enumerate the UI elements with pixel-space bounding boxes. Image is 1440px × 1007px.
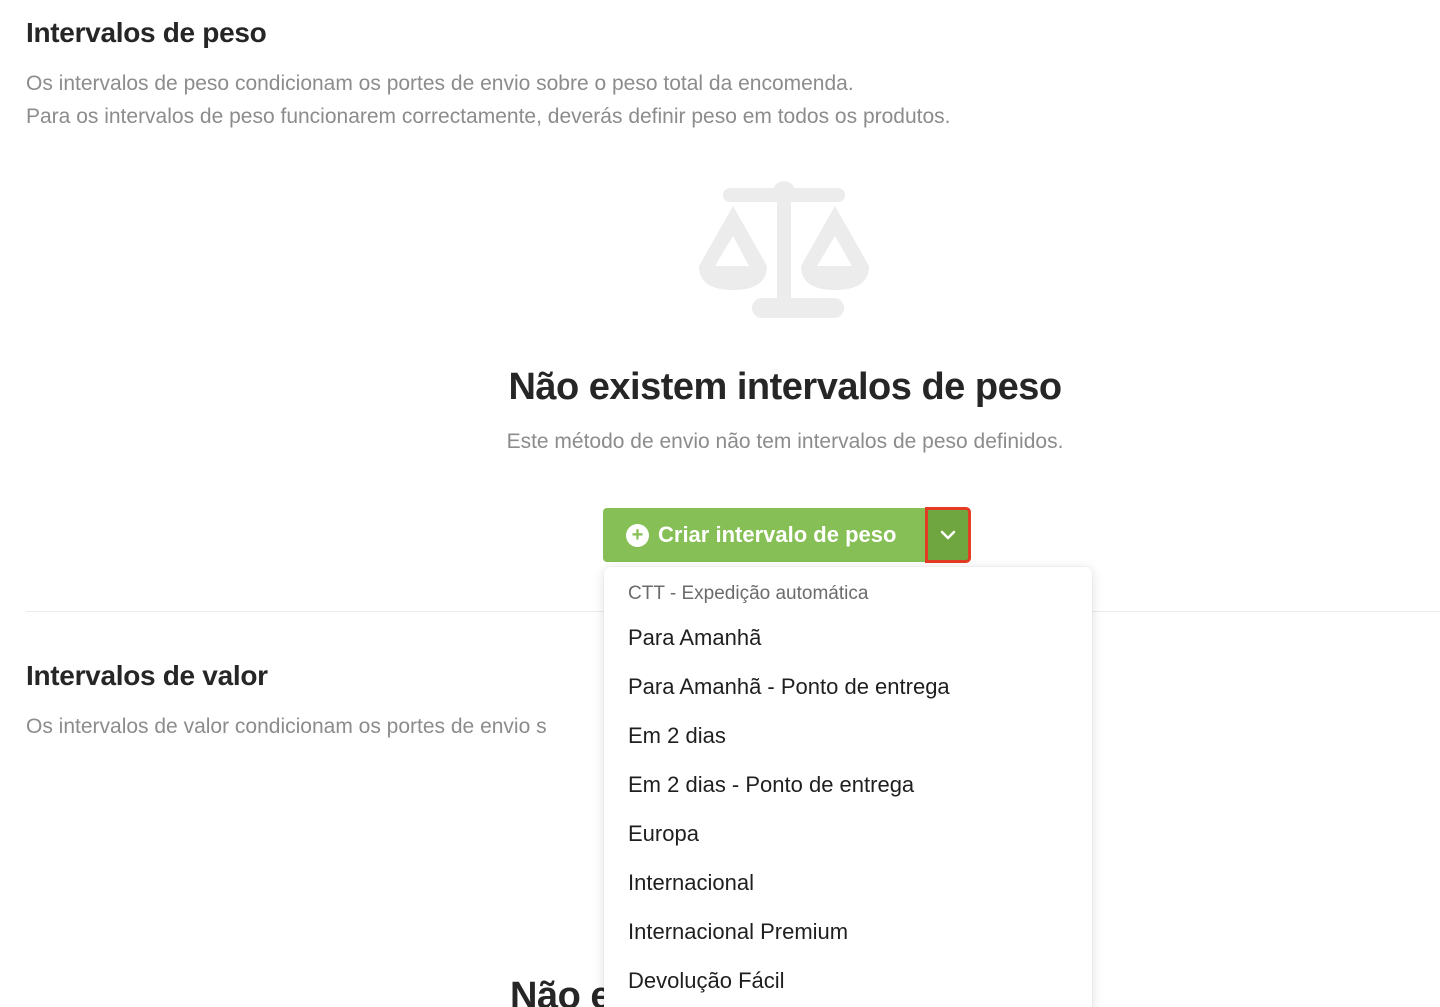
weight-empty-description: Este método de envio não tem intervalos …	[506, 430, 1064, 453]
dropdown-item-em-2-dias[interactable]: Em 2 dias	[604, 711, 1092, 760]
create-weight-interval-label: Criar intervalo de peso	[658, 522, 897, 547]
dropdown-item-internacional-premium[interactable]: Internacional Premium	[604, 907, 1092, 956]
dropdown-item-devolucao-facil[interactable]: Devolução Fácil	[604, 956, 1092, 1005]
weight-section-title: Intervalos de peso	[26, 17, 267, 48]
dropdown-group-label: CTT - Expedição automática	[628, 583, 869, 604]
weight-desc-line-1: Os intervalos de peso condicionam os por…	[26, 72, 854, 95]
weight-empty-title: Não existem intervalos de peso	[508, 366, 1062, 408]
create-weight-interval-split-button: + Criar intervalo de peso	[603, 507, 971, 563]
create-weight-interval-button[interactable]: + Criar intervalo de peso	[603, 508, 926, 562]
dropdown-item-para-amanha-ponto-entrega[interactable]: Para Amanhã - Ponto de entrega	[604, 662, 1092, 711]
shipping-service-dropdown-menu: CTT - Expedição automática Para Amanhã P…	[604, 567, 1092, 1007]
value-section-description: Os intervalos de valor condicionam os po…	[26, 710, 547, 743]
dropdown-items: Para Amanhã Para Amanhã - Ponto de entre…	[604, 613, 1092, 1005]
weight-section-description: Os intervalos de peso condicionam os por…	[26, 67, 951, 133]
value-section-title: Intervalos de valor	[26, 660, 268, 691]
page: Intervalos de peso Os intervalos de peso…	[0, 0, 1440, 1007]
value-empty-title: Não e	[510, 975, 611, 1007]
weight-desc-line-2: Para os intervalos de peso funcionarem c…	[26, 105, 951, 128]
dropdown-item-europa[interactable]: Europa	[604, 809, 1092, 858]
dropdown-toggle-button[interactable]	[925, 507, 971, 563]
dropdown-item-para-amanha[interactable]: Para Amanhã	[604, 613, 1092, 662]
value-desc-line-1: Os intervalos de valor condicionam os po…	[26, 715, 547, 738]
dropdown-item-internacional[interactable]: Internacional	[604, 858, 1092, 907]
scale-icon	[699, 181, 869, 318]
dropdown-item-em-2-dias-ponto-entrega[interactable]: Em 2 dias - Ponto de entrega	[604, 760, 1092, 809]
chevron-down-icon	[940, 530, 956, 540]
plus-circle-icon: +	[626, 523, 649, 547]
